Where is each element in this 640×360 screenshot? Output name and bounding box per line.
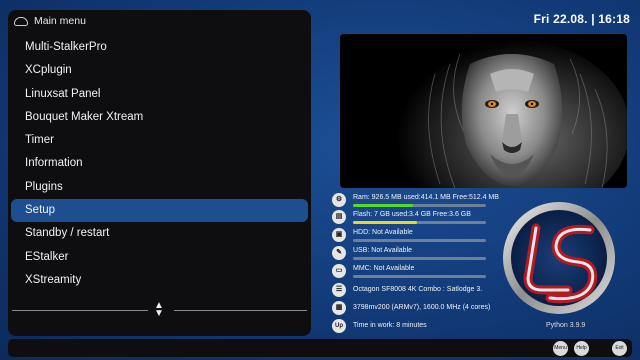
- menu-item-information[interactable]: Information: [11, 152, 308, 175]
- menu-item-timer[interactable]: Timer: [11, 129, 308, 152]
- hdd-icon: ▣: [332, 228, 346, 242]
- usb-info: ✎ USB: Not Available: [332, 246, 522, 262]
- bottom-bar: Menu Help Exit: [8, 339, 632, 357]
- lion-picture: [340, 34, 627, 188]
- menu-item-estalker[interactable]: EStalker: [11, 246, 308, 269]
- receiver-icon: ☰: [332, 283, 346, 297]
- flash-usage-fill: [353, 221, 417, 224]
- menu-item-plugins[interactable]: Plugins: [11, 176, 308, 199]
- menu-item-linuxsat-panel[interactable]: Linuxsat Panel: [11, 83, 308, 106]
- menu-button[interactable]: Menu: [553, 341, 568, 356]
- remote-icon: [14, 16, 28, 26]
- cpu-info: ▦ 3798mv200 (ARMv7), 1600.0 MHz (4 cores…: [332, 301, 522, 317]
- uptime-icon: Up: [332, 319, 346, 333]
- model-info: ☰ Octagon SF8008 4K Combo : Satlodge 3.: [332, 283, 522, 299]
- satlodge-logo: [498, 198, 620, 322]
- usb-text: USB: Not Available: [353, 247, 413, 254]
- hdd-usage-bar: [353, 239, 486, 242]
- menu-item-xstreamity[interactable]: XStreamity: [11, 269, 308, 292]
- menu-item-standby-restart[interactable]: Standby / restart: [11, 222, 308, 245]
- cpu-text: 3798mv200 (ARMv7), 1600.0 MHz (4 cores): [353, 304, 491, 311]
- divider: [174, 310, 307, 311]
- ram-usage-fill: [353, 204, 413, 207]
- mmc-usage-bar: [353, 275, 486, 278]
- usb-usage-bar: [353, 257, 486, 260]
- help-button[interactable]: Help: [574, 341, 589, 356]
- model-text: Octagon SF8008 4K Combo : Satlodge 3.: [353, 286, 483, 293]
- flash-icon: ▤: [332, 210, 346, 224]
- menu-item-xcplugin[interactable]: XCplugin: [11, 59, 308, 82]
- flash-info: ▤ Flash: 7 GB used:3.4 GB Free:3.6 GB: [332, 210, 522, 226]
- mmc-info: ▭ MMC: Not Available: [332, 264, 522, 280]
- menu-item-multi-stalkerpro[interactable]: Multi-StalkerPro: [11, 36, 308, 59]
- chip-icon: ⚙: [332, 193, 346, 207]
- flash-text: Flash: 7 GB used:3.4 GB Free:3.6 GB: [353, 211, 471, 218]
- hdd-info: ▣ HDD: Not Available: [332, 228, 522, 244]
- menu-list: Multi-StalkerPro XCplugin Linuxsat Panel…: [8, 36, 311, 292]
- lion-image: [340, 34, 627, 188]
- updown-arrows-icon[interactable]: ▲ ▼: [154, 301, 164, 319]
- ram-usage-bar: [353, 204, 486, 207]
- menu-scroll-indicator: ▲ ▼: [8, 301, 311, 319]
- ram-info: ⚙ Ram: 926.5 MB used:414.1 MB Free:512.4…: [332, 193, 522, 209]
- menu-title: Main menu: [34, 15, 86, 27]
- uptime-text: Time in work: 8 minutes: [353, 322, 427, 329]
- menu-item-setup[interactable]: Setup: [11, 199, 308, 223]
- hdd-text: HDD: Not Available: [353, 229, 413, 236]
- exit-button[interactable]: Exit: [612, 341, 627, 356]
- mmc-text: MMC: Not Available: [353, 265, 415, 272]
- uptime-info: Up Time in work: 8 minutes: [332, 319, 522, 335]
- cpu-icon: ▦: [332, 301, 346, 315]
- menu-item-bouquet-maker-xtream[interactable]: Bouquet Maker Xtream: [11, 106, 308, 129]
- ram-text: Ram: 926.5 MB used:414.1 MB Free:512.4 M…: [353, 194, 499, 201]
- python-version: Python 3.9.9: [546, 322, 586, 329]
- main-menu-panel: Main menu Multi-StalkerPro XCplugin Linu…: [8, 10, 311, 336]
- clock: Fri 22.08. | 16:18: [533, 12, 630, 26]
- usb-icon: ✎: [332, 246, 346, 260]
- menu-header: Main menu: [8, 10, 311, 32]
- mmc-icon: ▭: [332, 264, 346, 278]
- satlodge-logo-graphic: [503, 202, 615, 314]
- divider: [12, 310, 148, 311]
- flash-usage-bar: [353, 221, 486, 224]
